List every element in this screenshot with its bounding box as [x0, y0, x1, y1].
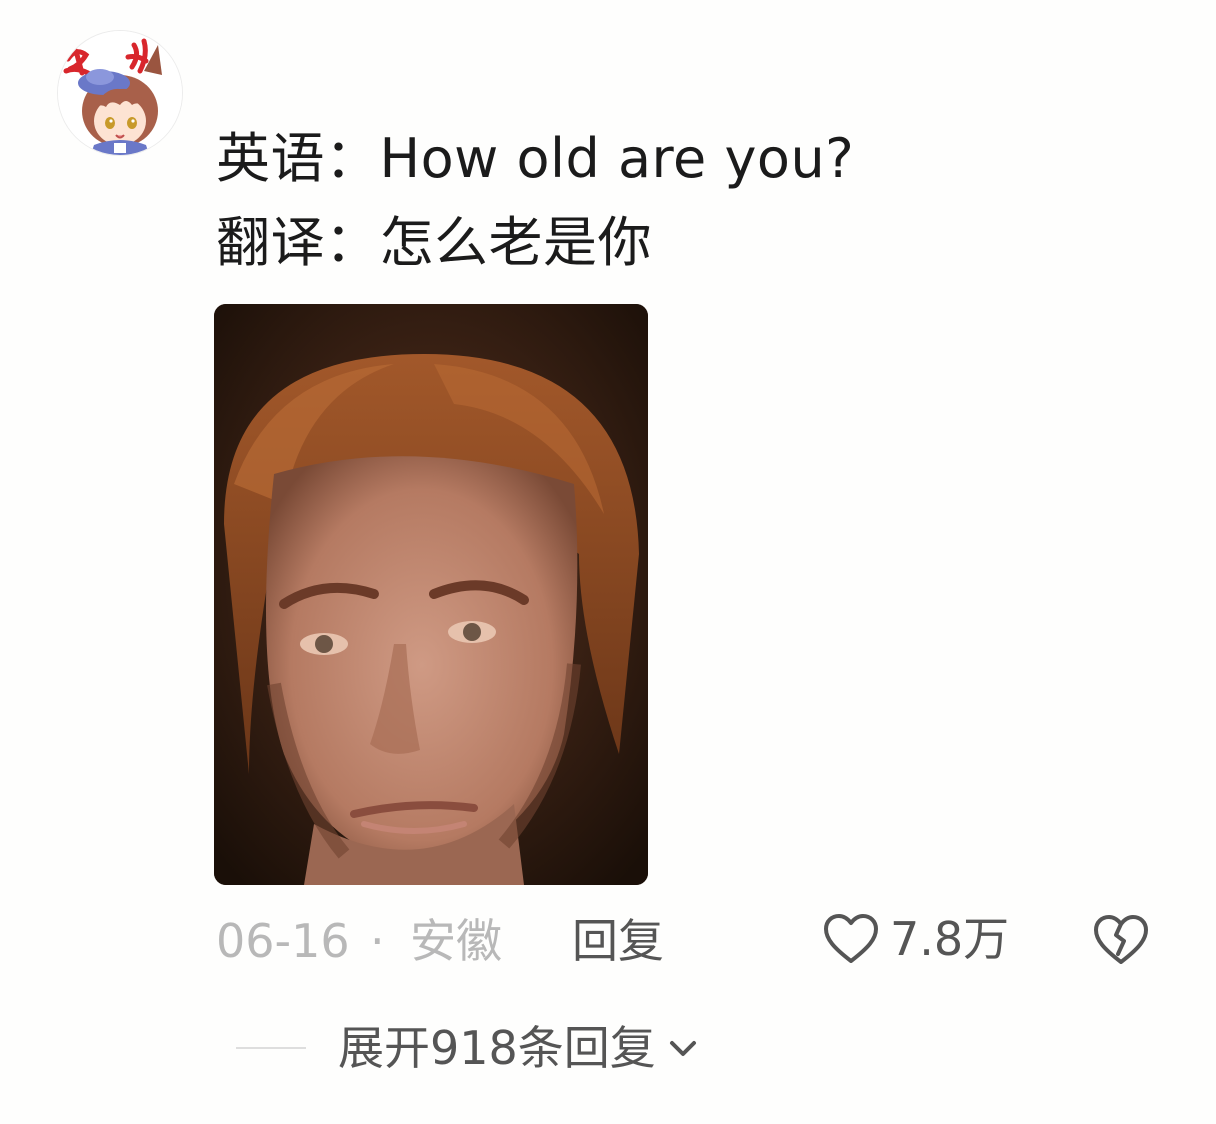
like-button[interactable]: 7.8万: [822, 906, 1009, 972]
comment-date: 06-16: [216, 914, 350, 968]
chevron-down-icon: [669, 1041, 696, 1056]
comment-text-line-translation: 翻译：怎么老是你: [216, 211, 652, 274]
divider-line: [236, 1047, 306, 1049]
meta-separator: ·: [370, 914, 385, 968]
comment-text-line-english: 英语：How old are you?: [216, 127, 855, 190]
comment-card: 英语：How old are you? 翻译：怎么老是你 06-16 · 安徽 …: [0, 0, 1216, 1124]
expand-replies-button[interactable]: 展开918条回复: [236, 1014, 700, 1082]
heart-outline-icon: [824, 914, 878, 963]
like-count: 7.8万: [890, 912, 1010, 966]
user-avatar[interactable]: [57, 30, 183, 156]
reply-button[interactable]: 回复: [572, 908, 664, 974]
comment-image[interactable]: [214, 304, 648, 885]
comment-location: 安徽: [410, 914, 502, 968]
broken-heart-icon[interactable]: [1092, 910, 1150, 968]
expand-replies-label: 展开918条回复: [338, 1021, 656, 1075]
